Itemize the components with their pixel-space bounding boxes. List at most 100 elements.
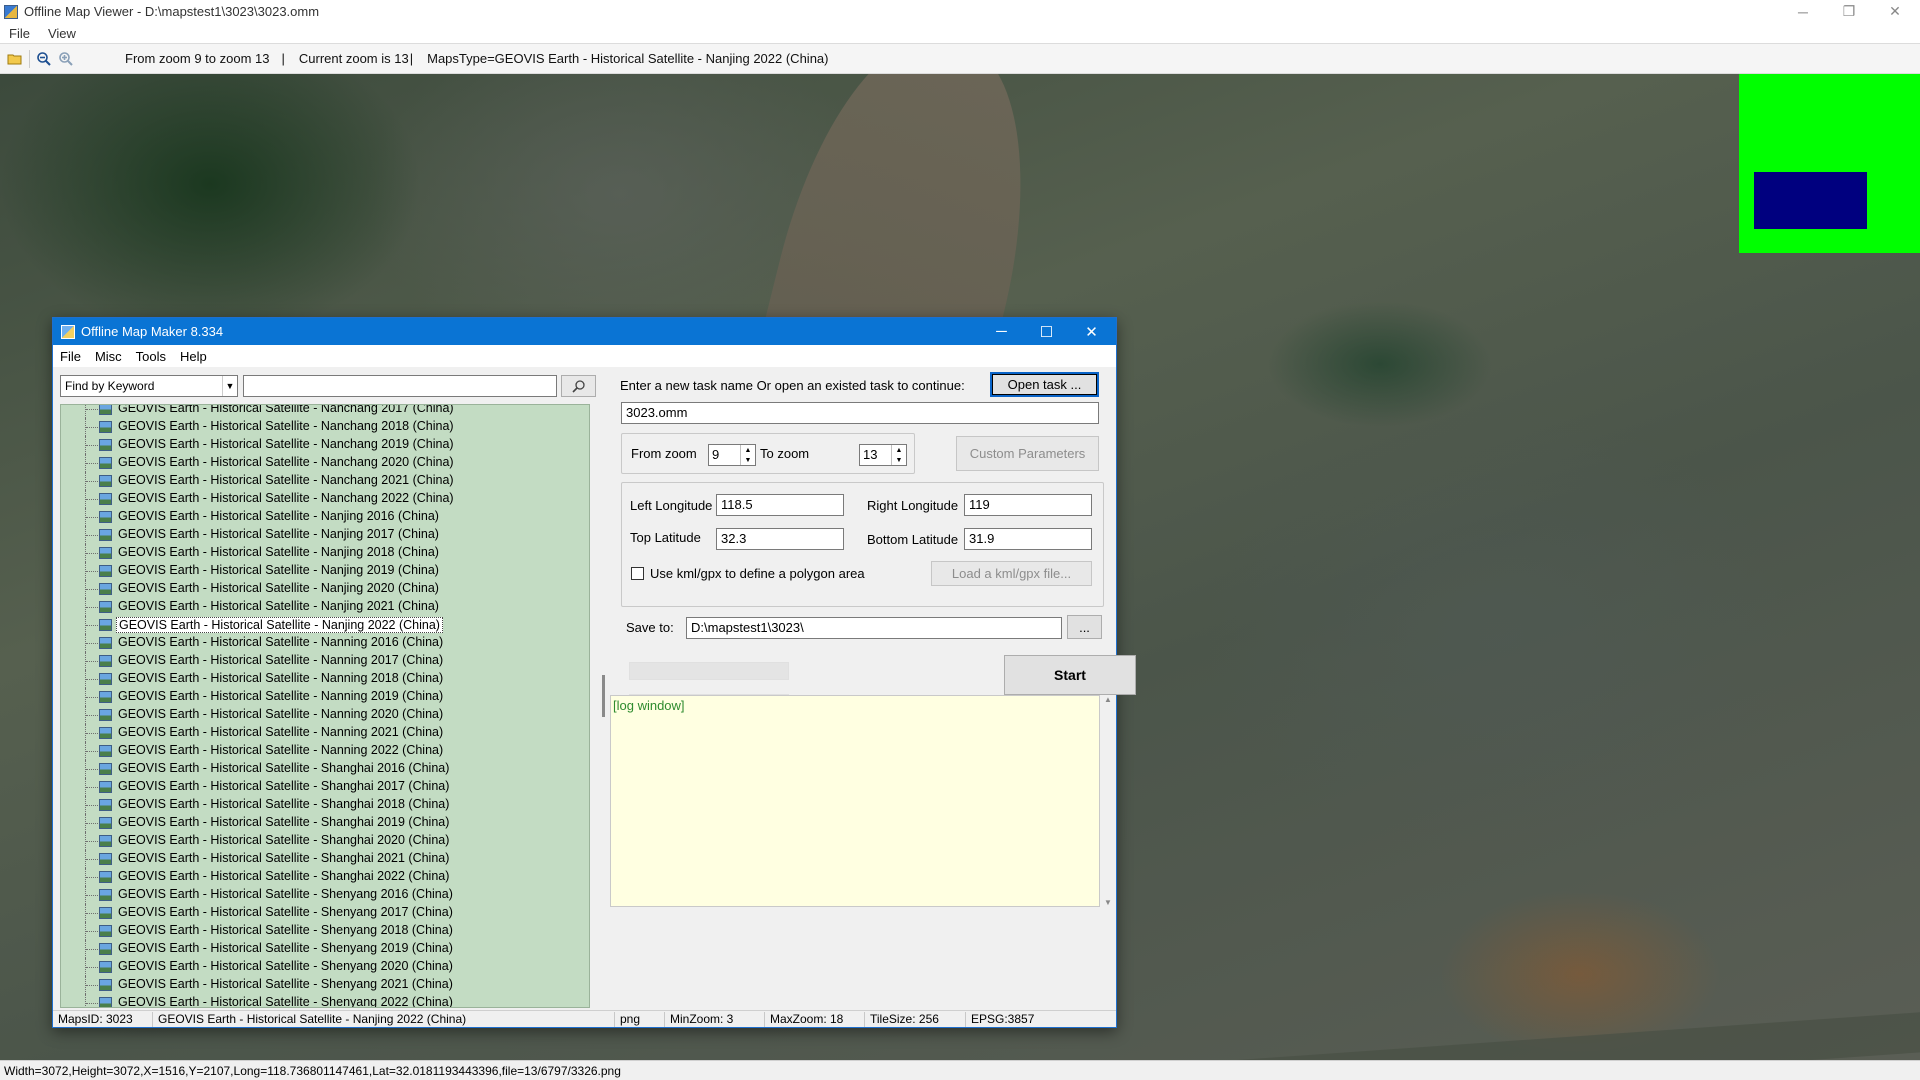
tree-item-label: GEOVIS Earth - Historical Satellite - Na…	[118, 707, 444, 721]
tree-item[interactable]: GEOVIS Earth - Historical Satellite - Na…	[61, 508, 581, 526]
minimize-button[interactable]: ─	[1780, 0, 1826, 23]
tree-item[interactable]: GEOVIS Earth - Historical Satellite - Sh…	[61, 886, 581, 904]
tree-item[interactable]: GEOVIS Earth - Historical Satellite - Sh…	[61, 796, 581, 814]
tree-item-label: GEOVIS Earth - Historical Satellite - Na…	[118, 653, 444, 667]
tree-item[interactable]: GEOVIS Earth - Historical Satellite - Na…	[61, 436, 581, 454]
map-image-icon	[99, 529, 112, 541]
map-image-icon	[99, 871, 112, 883]
tree-item[interactable]: GEOVIS Earth - Historical Satellite - Sh…	[61, 832, 581, 850]
tree-item-label: GEOVIS Earth - Historical Satellite - Sh…	[118, 995, 453, 1008]
spin-up-icon[interactable]: ▲	[896, 447, 903, 454]
spin-down-icon[interactable]: ▼	[896, 457, 903, 464]
tree-item[interactable]: GEOVIS Earth - Historical Satellite - Na…	[61, 405, 581, 418]
tree-scrollbar[interactable]	[599, 430, 609, 1030]
tree-item[interactable]: GEOVIS Earth - Historical Satellite - Na…	[61, 544, 581, 562]
keyword-input[interactable]	[243, 375, 557, 397]
to-zoom-value: 13	[863, 447, 878, 462]
bottom-latitude-input[interactable]: 31.9	[964, 528, 1092, 550]
dialog-title-bar[interactable]: Offline Map Maker 8.334 ─ ☐ ✕	[53, 318, 1116, 345]
open-task-button[interactable]: Open task ...	[990, 372, 1099, 397]
tree-item[interactable]: GEOVIS Earth - Historical Satellite - Na…	[61, 706, 581, 724]
kml-checkbox[interactable]	[631, 567, 644, 580]
search-button[interactable]	[561, 375, 596, 397]
tree-guide-line	[85, 832, 98, 850]
overview-minimap[interactable]	[1739, 74, 1920, 253]
zoom-in-button[interactable]	[55, 48, 77, 70]
from-zoom-stepper[interactable]: 9 ▲ ▼	[708, 444, 756, 466]
map-type-tree[interactable]: GEOVIS Earth - Historical Satellite - Na…	[60, 404, 590, 1008]
tree-item[interactable]: GEOVIS Earth - Historical Satellite - Na…	[61, 454, 581, 472]
tree-item[interactable]: GEOVIS Earth - Historical Satellite - Na…	[61, 724, 581, 742]
open-folder-button[interactable]	[4, 48, 26, 70]
top-latitude-input[interactable]: 32.3	[716, 528, 844, 550]
custom-parameters-button[interactable]: Custom Parameters	[956, 436, 1099, 471]
dialog-maximize-button[interactable]: ☐	[1024, 318, 1069, 345]
tree-item-label: GEOVIS Earth - Historical Satellite - Sh…	[118, 761, 450, 775]
left-longitude-input[interactable]: 118.5	[716, 494, 844, 516]
log-scrollbar[interactable]: ▲ ▼	[1101, 695, 1115, 907]
tree-item[interactable]: GEOVIS Earth - Historical Satellite - Sh…	[61, 904, 581, 922]
tree-item[interactable]: GEOVIS Earth - Historical Satellite - Na…	[61, 742, 581, 760]
tree-guide-line	[85, 670, 98, 688]
tree-item[interactable]: GEOVIS Earth - Historical Satellite - Na…	[61, 670, 581, 688]
tree-item[interactable]: GEOVIS Earth - Historical Satellite - Na…	[61, 472, 581, 490]
tree-item[interactable]: GEOVIS Earth - Historical Satellite - Na…	[61, 580, 581, 598]
map-image-icon	[99, 709, 112, 721]
tree-item[interactable]: GEOVIS Earth - Historical Satellite - Sh…	[61, 922, 581, 940]
tree-item[interactable]: GEOVIS Earth - Historical Satellite - Sh…	[61, 814, 581, 832]
right-longitude-input[interactable]: 119	[964, 494, 1092, 516]
menu-file[interactable]: File	[0, 26, 39, 41]
tree-guide-line	[85, 886, 98, 904]
dialog-menu-file[interactable]: File	[53, 349, 88, 364]
tree-item[interactable]: GEOVIS Earth - Historical Satellite - Sh…	[61, 868, 581, 886]
spin-down-icon[interactable]: ▼	[745, 457, 752, 464]
tree-item[interactable]: GEOVIS Earth - Historical Satellite - Na…	[61, 562, 581, 580]
start-button[interactable]: Start	[1004, 655, 1136, 695]
minimap-viewport[interactable]	[1754, 172, 1867, 229]
tree-item[interactable]: GEOVIS Earth - Historical Satellite - Sh…	[61, 850, 581, 868]
zoom-out-button[interactable]	[33, 48, 55, 70]
log-window[interactable]: [log window]	[610, 695, 1100, 907]
app-icon	[4, 4, 18, 19]
dialog-menu-help[interactable]: Help	[173, 349, 214, 364]
scroll-up-icon[interactable]: ▲	[1104, 695, 1112, 704]
tree-item-label: GEOVIS Earth - Historical Satellite - Sh…	[118, 869, 450, 883]
to-zoom-stepper[interactable]: 13 ▲ ▼	[859, 444, 907, 466]
map-image-icon	[99, 457, 112, 469]
dialog-menu-misc[interactable]: Misc	[88, 349, 129, 364]
map-image-icon	[99, 673, 112, 685]
scrollbar-thumb[interactable]	[602, 675, 605, 717]
tree-guide-line	[85, 922, 98, 940]
tree-item[interactable]: GEOVIS Earth - Historical Satellite - Sh…	[61, 940, 581, 958]
close-button[interactable]: ✕	[1872, 0, 1918, 23]
tree-item[interactable]: GEOVIS Earth - Historical Satellite - Sh…	[61, 778, 581, 796]
search-mode-select[interactable]: Find by Keyword ▼	[60, 375, 238, 397]
dialog-close-button[interactable]: ✕	[1069, 318, 1114, 345]
chevron-down-icon[interactable]: ▼	[222, 376, 237, 396]
restore-button[interactable]: ❐	[1826, 0, 1872, 23]
scroll-down-icon[interactable]: ▼	[1104, 898, 1112, 907]
tree-item[interactable]: GEOVIS Earth - Historical Satellite - Na…	[61, 616, 581, 634]
tree-item[interactable]: GEOVIS Earth - Historical Satellite - Sh…	[61, 994, 581, 1008]
tree-item[interactable]: GEOVIS Earth - Historical Satellite - Na…	[61, 634, 581, 652]
tree-item[interactable]: GEOVIS Earth - Historical Satellite - Na…	[61, 526, 581, 544]
tree-item[interactable]: GEOVIS Earth - Historical Satellite - Sh…	[61, 958, 581, 976]
dialog-minimize-button[interactable]: ─	[979, 318, 1024, 345]
tree-item-label: GEOVIS Earth - Historical Satellite - Na…	[118, 491, 454, 505]
tree-item[interactable]: GEOVIS Earth - Historical Satellite - Na…	[61, 652, 581, 670]
menu-view[interactable]: View	[39, 26, 85, 41]
zoom-in-icon	[59, 51, 73, 66]
tree-item[interactable]: GEOVIS Earth - Historical Satellite - Sh…	[61, 760, 581, 778]
dialog-menu-tools[interactable]: Tools	[129, 349, 173, 364]
tree-item[interactable]: GEOVIS Earth - Historical Satellite - Na…	[61, 490, 581, 508]
browse-button[interactable]: ...	[1067, 615, 1102, 639]
tree-item[interactable]: GEOVIS Earth - Historical Satellite - Na…	[61, 688, 581, 706]
tree-item[interactable]: GEOVIS Earth - Historical Satellite - Na…	[61, 418, 581, 436]
tree-item[interactable]: GEOVIS Earth - Historical Satellite - Na…	[61, 598, 581, 616]
save-path-input[interactable]: D:\mapstest1\3023\	[686, 617, 1062, 639]
task-name-input[interactable]: 3023.omm	[621, 402, 1099, 424]
spin-up-icon[interactable]: ▲	[745, 447, 752, 454]
load-kml-button[interactable]: Load a kml/gpx file...	[931, 561, 1092, 586]
map-image-icon	[99, 961, 112, 973]
tree-item[interactable]: GEOVIS Earth - Historical Satellite - Sh…	[61, 976, 581, 994]
